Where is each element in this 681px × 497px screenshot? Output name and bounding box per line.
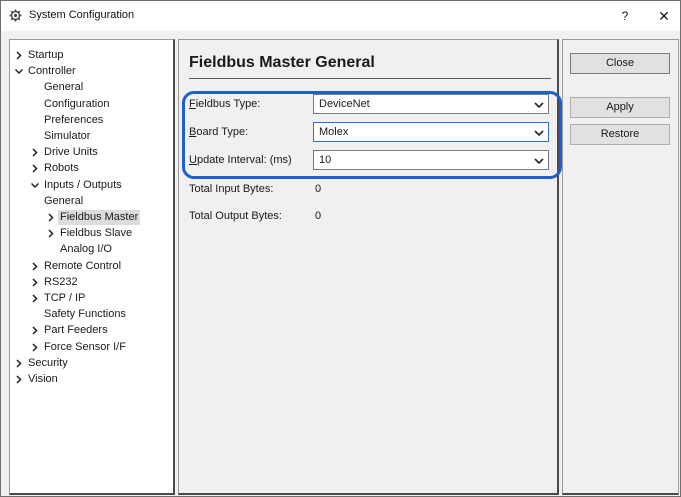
chevron-right-icon[interactable] bbox=[46, 226, 56, 241]
title-divider bbox=[189, 78, 551, 79]
total-input-bytes-label: Total Input Bytes: bbox=[189, 183, 274, 195]
tree-item-label: RS232 bbox=[44, 276, 78, 288]
chevron-down-icon bbox=[533, 155, 545, 167]
chevron-right-icon[interactable] bbox=[30, 340, 40, 355]
board-type-value: Molex bbox=[319, 126, 349, 138]
tree-item-label: Analog I/O bbox=[60, 243, 112, 255]
button-panel: Close Apply Restore bbox=[562, 39, 679, 495]
close-window-button[interactable]: ✕ bbox=[655, 7, 673, 25]
tree-item-label: Fieldbus Master bbox=[58, 210, 141, 225]
tree-item-label: General bbox=[44, 81, 84, 93]
chevron-right-icon[interactable] bbox=[14, 356, 24, 371]
total-output-bytes-label: Total Output Bytes: bbox=[189, 210, 282, 222]
chevron-down-icon bbox=[533, 99, 545, 111]
fieldbus-type-label: Fieldbus Type: bbox=[189, 98, 261, 110]
fieldbus-type-value: DeviceNet bbox=[319, 98, 370, 110]
fieldbus-type-select[interactable]: DeviceNet bbox=[313, 94, 549, 114]
tree-item-label: Safety Functions bbox=[44, 308, 126, 320]
chevron-right-icon[interactable] bbox=[14, 48, 24, 63]
total-input-bytes-value: 0 bbox=[315, 183, 322, 195]
apply-button[interactable]: Apply bbox=[570, 97, 670, 118]
close-button[interactable]: Close bbox=[570, 53, 670, 74]
tree-item-label: Controller bbox=[28, 65, 76, 77]
gear-icon bbox=[9, 9, 22, 22]
page-title: Fieldbus Master General bbox=[189, 54, 375, 71]
chevron-down-icon[interactable] bbox=[14, 64, 24, 79]
chevron-down-icon bbox=[533, 127, 545, 139]
update-interval-value: 10 bbox=[319, 154, 332, 166]
settings-tree[interactable]: Startup Controller General Configuration Pre… bbox=[9, 39, 175, 495]
tree-item-label: Configuration bbox=[44, 98, 110, 110]
chevron-down-icon[interactable] bbox=[30, 178, 40, 193]
chevron-right-icon[interactable] bbox=[30, 145, 40, 160]
chevron-right-icon[interactable] bbox=[30, 275, 40, 290]
tree-item-label: Inputs / Outputs bbox=[44, 179, 122, 191]
tree-item-label: General bbox=[44, 195, 84, 207]
tree-item-label: Simulator bbox=[44, 130, 91, 142]
update-interval-select[interactable]: 10 bbox=[313, 150, 549, 170]
window-title: System Configuration bbox=[29, 9, 135, 21]
tree-item-label: Part Feeders bbox=[44, 324, 108, 336]
board-type-label: Board Type: bbox=[189, 126, 249, 138]
total-output-bytes-value: 0 bbox=[315, 210, 322, 222]
tree-item-label: Security bbox=[28, 357, 68, 369]
title-bar: System Configuration ? ✕ bbox=[1, 1, 680, 31]
tree-item-label: Drive Units bbox=[44, 146, 98, 158]
board-type-select[interactable]: Molex bbox=[313, 122, 549, 142]
chevron-right-icon[interactable] bbox=[30, 291, 40, 306]
restore-button[interactable]: Restore bbox=[570, 124, 670, 145]
chevron-right-icon[interactable] bbox=[30, 161, 40, 176]
chevron-right-icon[interactable] bbox=[30, 323, 40, 338]
tree-item-label: Fieldbus Slave bbox=[60, 227, 133, 239]
chevron-right-icon[interactable] bbox=[46, 210, 56, 225]
settings-panel: Fieldbus Master General Fieldbus Type: D… bbox=[178, 39, 562, 495]
tree-item-label: Remote Control bbox=[44, 260, 122, 272]
tree-item-label: Vision bbox=[28, 373, 58, 385]
system-configuration-window: System Configuration ? ✕ Startup Controll… bbox=[0, 0, 681, 497]
update-interval-label: Update Interval: (ms) bbox=[189, 154, 292, 166]
chevron-right-icon[interactable] bbox=[30, 259, 40, 274]
help-button[interactable]: ? bbox=[616, 7, 634, 25]
tree-item-label: Preferences bbox=[44, 114, 104, 126]
tree-item-label: Startup bbox=[28, 49, 64, 61]
chevron-right-icon[interactable] bbox=[14, 372, 24, 387]
tree-item-label: Robots bbox=[44, 162, 79, 174]
tree-item-label: TCP / IP bbox=[44, 292, 86, 304]
tree-item-label: Force Sensor I/F bbox=[44, 341, 126, 353]
